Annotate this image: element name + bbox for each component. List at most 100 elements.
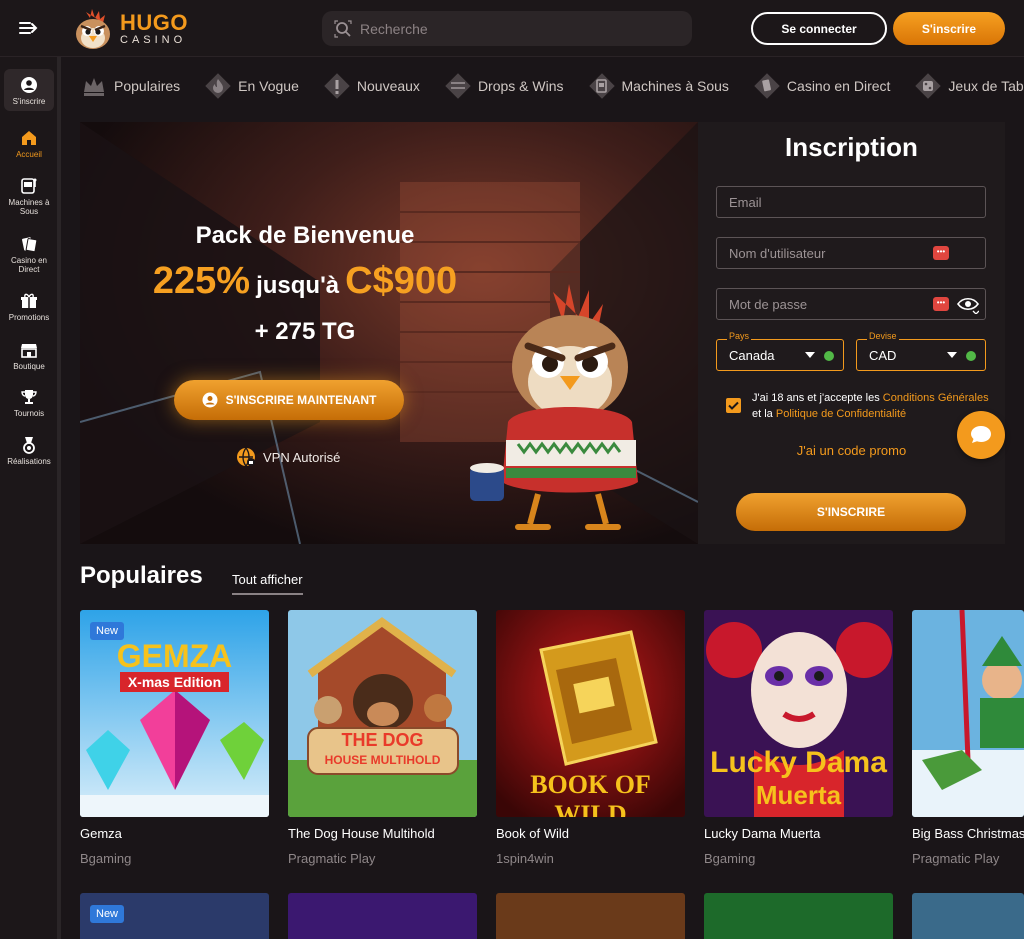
game-card[interactable]: GEMZA X-mas Edition New Gemza Bgaming (80, 610, 269, 866)
slot-machine-icon (21, 178, 37, 194)
currency-select[interactable]: Devise CAD (856, 331, 986, 371)
tab-label: Drops & Wins (477, 78, 564, 94)
tab-populaires[interactable]: Populaires (80, 72, 180, 100)
chat-icon (971, 426, 991, 443)
country-select[interactable]: Pays Canada (716, 331, 844, 371)
sidebar-item-label: Machines à Sous (8, 198, 50, 217)
game-title: Gemza (80, 826, 122, 841)
sidebar-item-shop[interactable]: Boutique (4, 341, 54, 371)
tab-jeux-de-table[interactable]: Jeux de Table (914, 72, 1024, 100)
vpn-notice: VPN Autorisé (235, 446, 340, 468)
country-label: Pays (727, 331, 752, 341)
privacy-link[interactable]: Politique de Confidentialité (776, 408, 906, 420)
game-provider: Bgaming (704, 851, 756, 866)
crown-icon (84, 78, 104, 96)
email-input[interactable] (729, 194, 919, 210)
game-card[interactable]: Lucky Dama Muerta Lucky Dama Muerta Bgam… (704, 610, 893, 866)
username-input[interactable] (729, 245, 919, 261)
country-value: Canada (729, 348, 775, 363)
logo-subtitle: CASINO (120, 34, 187, 46)
game-thumbnail[interactable]: BOOK OF WILD (496, 610, 685, 817)
sidebar-item-label: Réalisations (7, 457, 51, 466)
login-button[interactable]: Se connecter (751, 12, 887, 45)
sidebar-scrollbar[interactable] (57, 57, 61, 939)
tab-label: Populaires (114, 78, 181, 94)
game-provider: 1spin4win (496, 851, 554, 866)
sidebar-item-tournaments[interactable]: Tournois (4, 388, 54, 418)
terms-link[interactable]: Conditions Générales (883, 392, 989, 404)
game-thumbnail[interactable]: New (80, 893, 269, 939)
terms-checkbox[interactable] (726, 398, 741, 413)
tab-label: En Vogue (238, 78, 299, 94)
see-all-link[interactable]: Tout afficher (232, 572, 303, 595)
game-card[interactable]: THE DOG HOUSE MULTIHOLD The Dog House Mu… (288, 610, 477, 866)
currency-label: Devise (867, 331, 899, 341)
tab-label: Casino en Direct (786, 78, 891, 94)
game-thumbnail[interactable]: GEMZA X-mas Edition New (80, 610, 269, 817)
top-bar: HUGO CASINO Se connecter S'inscrire (0, 0, 1024, 57)
password-field[interactable]: ••• (716, 288, 986, 320)
valid-check-icon (824, 351, 834, 361)
tab-label: Nouveaux (356, 78, 420, 94)
search-input[interactable] (360, 20, 680, 37)
password-manager-icon[interactable]: ••• (933, 297, 949, 311)
user-icon (202, 392, 218, 408)
hero-banner[interactable]: Pack de Bienvenue 225% jusqu'à C$900 + 275… (80, 122, 698, 544)
tab-casino-en-direct[interactable]: Casino en Direct (753, 72, 891, 100)
dice-icon (915, 73, 942, 99)
password-input[interactable] (729, 296, 919, 312)
sidebar-item-promotions[interactable]: Promotions (4, 292, 54, 322)
game-thumbnail[interactable] (496, 893, 685, 939)
hero-signup-button[interactable]: S'INSCRIRE MAINTENANT (174, 380, 404, 420)
game-provider: Pragmatic Play (288, 851, 376, 866)
game-thumbnail[interactable] (288, 893, 477, 939)
sidebar-item-label: Promotions (8, 313, 50, 322)
game-thumbnail[interactable]: Lucky Dama Muerta (704, 610, 893, 817)
sidebar-item-achievements[interactable]: Réalisations (4, 436, 54, 466)
tab-label: Machines à Sous (621, 78, 729, 94)
chat-button[interactable] (957, 411, 1005, 459)
tab-label: Jeux de Table (948, 78, 1024, 94)
game-title: Book of Wild (496, 826, 569, 841)
search-bar[interactable] (322, 11, 692, 46)
vpn-label: VPN Autorisé (263, 449, 341, 465)
cards-icon (754, 73, 780, 99)
logo[interactable]: HUGO CASINO (68, 4, 188, 54)
sidebar-item-signup[interactable]: S'inscrire (4, 69, 54, 112)
show-password-icon[interactable] (957, 296, 979, 314)
signup-button[interactable]: S'inscrire (893, 12, 1005, 45)
tab-machines-a-sous[interactable]: Machines à Sous (588, 72, 729, 100)
game-card[interactable]: Big Bass Christmas Pragmatic Play (912, 610, 1024, 866)
email-field[interactable] (716, 186, 986, 218)
game-art-subtitle-text: X-mas Edition (119, 672, 230, 692)
sidebar-item-slots[interactable]: Machines à Sous (4, 177, 54, 216)
game-title: Lucky Dama Muerta (704, 826, 821, 841)
game-title: The Dog House Multihold (288, 826, 435, 841)
search-icon (334, 19, 352, 38)
registration-panel: Inscription ••• ••• Pays Canada Devise C… (698, 122, 1005, 544)
tab-nouveaux[interactable]: Nouveaux (323, 72, 420, 100)
game-card[interactable]: BOOK OF WILD Book of Wild 1spin4win (496, 610, 685, 866)
game-thumbnail[interactable] (704, 893, 893, 939)
section-title: Populaires (80, 562, 203, 589)
tab-drops-wins[interactable]: Drops & Wins (444, 72, 564, 100)
username-field[interactable]: ••• (716, 237, 986, 269)
hero-cta-label: S'INSCRIRE MAINTENANT (225, 393, 377, 407)
game-thumbnail[interactable]: THE DOG HOUSE MULTIHOLD (288, 610, 477, 817)
game-thumbnail[interactable] (912, 893, 1024, 939)
shop-icon (21, 344, 37, 358)
register-submit-button[interactable]: S'INSCRIRE (736, 493, 966, 531)
sidebar-item-home[interactable]: Accueil (4, 129, 54, 159)
terms-text: J'ai 18 ans et j'accepte les Conditions … (752, 390, 992, 422)
game-art-title: GEMZA (116, 638, 233, 674)
slot-machine-icon (588, 73, 615, 99)
menu-toggle-icon[interactable] (18, 18, 38, 38)
hero-upto: jusqu'à (256, 272, 340, 299)
game-art-title: Lucky Dama (710, 746, 887, 779)
sidebar-item-live-casino[interactable]: Casino en Direct (4, 235, 54, 274)
tab-en-vogue[interactable]: En Vogue (204, 72, 299, 100)
logo-title: HUGO (120, 10, 188, 35)
drops-wins-icon (445, 73, 471, 99)
password-manager-icon[interactable]: ••• (933, 246, 949, 260)
game-thumbnail[interactable] (912, 610, 1024, 817)
